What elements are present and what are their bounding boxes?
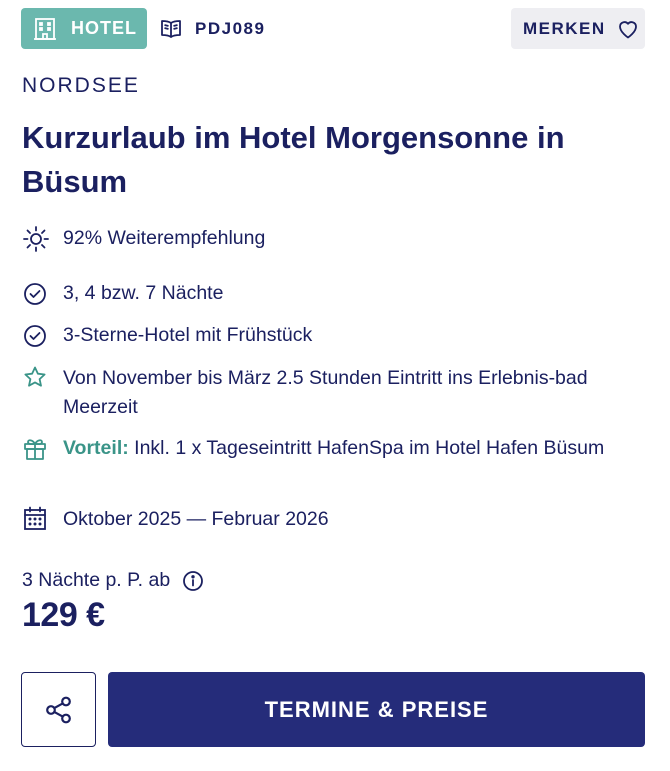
feature-text: 92% Weiterempfehlung: [63, 227, 266, 249]
price-value: 129 €: [22, 596, 105, 634]
termine-preise-label: TERMINE & PREISE: [264, 696, 489, 722]
info-icon[interactable]: [182, 570, 204, 592]
feature-spa-entry: Von November bis März 2.5 Stunden Eintri…: [22, 364, 642, 422]
feature-text: 3-Sterne-Hotel mit Frühstück: [63, 324, 313, 346]
calendar-icon: [22, 505, 50, 533]
share-icon: [43, 694, 75, 726]
sun-icon: [22, 224, 50, 252]
termine-preise-button[interactable]: TERMINE & PREISE: [108, 672, 645, 747]
category-badge: HOTEL: [21, 8, 147, 49]
card-header: HOTEL PDJ089 MERKEN: [21, 8, 645, 50]
merken-button[interactable]: MERKEN: [511, 8, 645, 49]
feature-nights: 3, 4 bzw. 7 Nächte: [22, 279, 642, 308]
gift-icon: [22, 434, 50, 462]
feature-recommendation: 92% Weiterempfehlung: [22, 224, 642, 253]
product-code: PDJ089: [159, 8, 265, 49]
book-icon: [159, 17, 183, 41]
price-label-text: 3 Nächte p. P. ab: [22, 569, 171, 591]
offer-title[interactable]: Kurzurlaub im Hotel Morgensonne in Büsum: [22, 116, 632, 204]
feature-hotel: 3-Sterne-Hotel mit Frühstück: [22, 321, 642, 350]
merken-label: MERKEN: [523, 18, 606, 38]
check-circle-icon: [22, 279, 50, 307]
check-circle-icon: [22, 321, 50, 349]
feature-period: Oktober 2025 — Februar 2026: [22, 505, 642, 534]
feature-text: Von November bis März 2.5 Stunden Eintri…: [63, 367, 588, 418]
star-icon: [22, 364, 50, 392]
share-button[interactable]: [21, 672, 96, 747]
feature-text: 3, 4 bzw. 7 Nächte: [63, 282, 224, 304]
price-label: 3 Nächte p. P. ab: [22, 569, 204, 592]
advantage-text: Inkl. 1 x Tageseintritt HafenSpa im Hote…: [128, 437, 605, 459]
feature-text: Oktober 2025 — Februar 2026: [63, 508, 329, 530]
category-label: HOTEL: [71, 18, 137, 38]
hotel-icon: [33, 17, 57, 41]
advantage-highlight: Vorteil:: [63, 437, 129, 459]
region-label: NORDSEE: [22, 74, 140, 97]
feature-text: Vorteil: Inkl. 1 x Tageseintritt HafenSp…: [63, 434, 633, 463]
product-code-text: PDJ089: [195, 18, 266, 38]
feature-advantage: Vorteil: Inkl. 1 x Tageseintritt HafenSp…: [22, 434, 642, 463]
heart-icon: [616, 17, 640, 41]
